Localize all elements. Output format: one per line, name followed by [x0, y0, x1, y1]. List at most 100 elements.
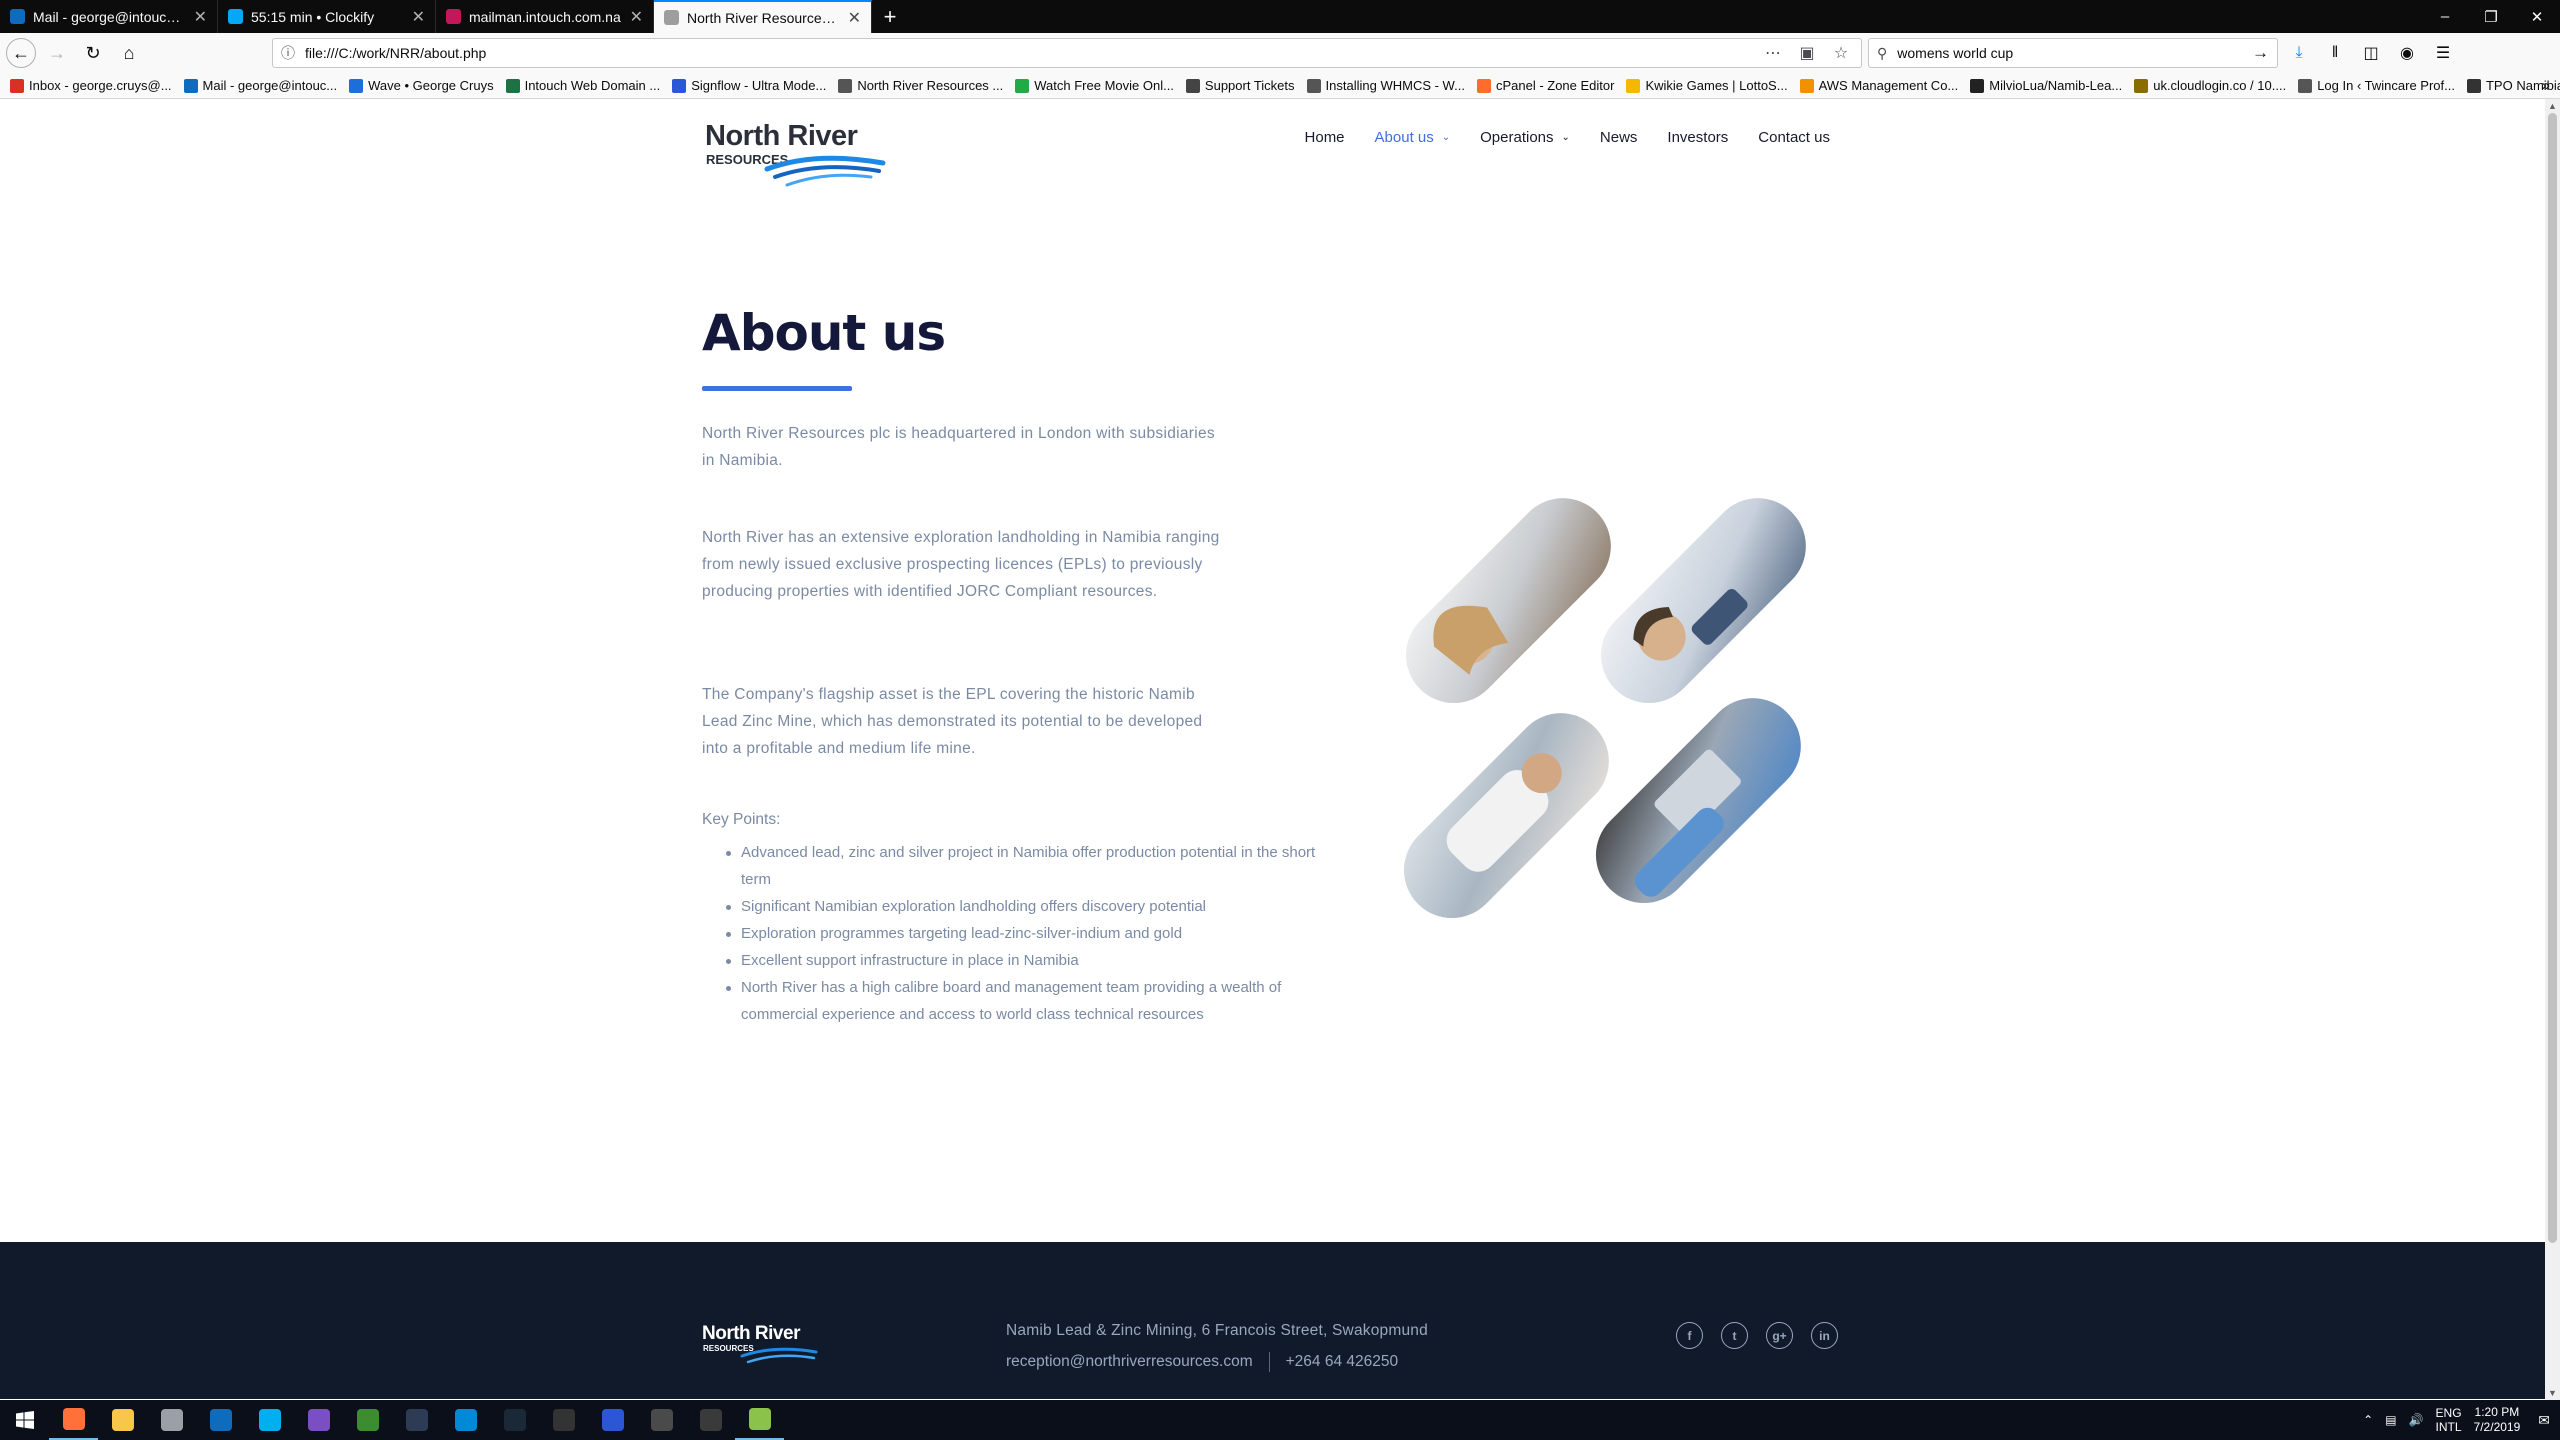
close-window-icon[interactable]: ✕	[2514, 0, 2560, 33]
steam-icon[interactable]	[490, 1400, 539, 1440]
bookmark-item[interactable]: Signflow - Ultra Mode...	[672, 78, 826, 93]
tab-list: Mail - george@intouch.com.na✕55:15 min •…	[0, 0, 872, 33]
alienware-icon[interactable]	[686, 1400, 735, 1440]
bookmark-item[interactable]: cPanel - Zone Editor	[1476, 78, 1614, 93]
bookmark-item[interactable]: Inbox - george.cruys@...	[10, 78, 172, 93]
close-tab-icon[interactable]: ✕	[412, 7, 425, 27]
clock-date: 7/2/2019	[2473, 1420, 2521, 1434]
sidebar-icon[interactable]: ◫	[2356, 38, 2386, 68]
clock[interactable]: 1:20 PM 7/2/2019	[2474, 1405, 2521, 1435]
menu-icon[interactable]: ☰	[2428, 38, 2458, 68]
nav-item-about-us[interactable]: About us ⌄	[1375, 129, 1451, 146]
nav-item-investors[interactable]: Investors	[1667, 129, 1728, 146]
north-river-logo[interactable]: North River RESOURCES	[705, 111, 890, 191]
scroll-up-icon[interactable]: ▲	[2545, 99, 2560, 113]
new-tab-button[interactable]: +	[872, 0, 908, 33]
footer-email-link[interactable]: reception@northriverresources.com	[1006, 1353, 1253, 1371]
bookmark-item[interactable]: Wave • George Cruys	[349, 78, 494, 93]
tray-overflow-icon[interactable]: ⌃	[2363, 1413, 2373, 1427]
google-plus-icon[interactable]: g+	[1766, 1322, 1793, 1349]
bookmark-label: AWS Management Co...	[1818, 78, 1959, 93]
bookmark-item[interactable]: Watch Free Movie Onl...	[1015, 78, 1174, 93]
search-input[interactable]: womens world cup	[1897, 45, 2242, 61]
signflow-icon[interactable]	[588, 1400, 637, 1440]
nav-item-contact-us[interactable]: Contact us	[1758, 129, 1830, 146]
bookmark-star-icon[interactable]: ☆	[1829, 43, 1853, 63]
browser-tab[interactable]: North River Resources - About us ✕	[654, 0, 872, 33]
url-text[interactable]: file:///C:/work/NRR/about.php	[305, 45, 1751, 61]
nav-item-home[interactable]: Home	[1305, 129, 1345, 146]
close-tab-icon[interactable]: ✕	[848, 8, 861, 28]
scroll-down-icon[interactable]: ▼	[2545, 1386, 2560, 1400]
back-icon[interactable]: ←	[6, 38, 36, 68]
minimize-icon[interactable]: –	[2422, 0, 2468, 33]
close-tab-icon[interactable]: ✕	[194, 7, 207, 27]
printer-icon[interactable]	[147, 1400, 196, 1440]
visual-studio-icon[interactable]	[294, 1400, 343, 1440]
footer-phone[interactable]: +264 64 426250	[1286, 1353, 1399, 1371]
skype-icon-glyph	[258, 1409, 281, 1431]
bookmark-label: Intouch Web Domain ...	[524, 78, 661, 93]
app-icon[interactable]	[392, 1400, 441, 1440]
clockify-icon	[228, 9, 243, 24]
bookmark-item[interactable]: Support Tickets	[1185, 78, 1295, 93]
nav-label: Home	[1304, 129, 1345, 146]
go-arrow-icon[interactable]: →	[2252, 43, 2269, 63]
pocket-icon[interactable]: ▣	[1795, 43, 1819, 63]
browser-tab[interactable]: Mail - george@intouch.com.na ✕	[0, 0, 218, 33]
bookmark-item[interactable]: Log In ‹ Twincare Prof...	[2298, 78, 2455, 93]
support-icon	[1185, 78, 1200, 93]
mail-app-icon[interactable]	[196, 1400, 245, 1440]
address-bar[interactable]: ⓘ file:///C:/work/NRR/about.php ⋯ ▣ ☆	[272, 38, 1862, 68]
network-icon[interactable]: ▤	[2385, 1413, 2396, 1427]
bookmark-item[interactable]: Kwikie Games | LottoS...	[1626, 78, 1788, 93]
epic-games-icon[interactable]	[539, 1400, 588, 1440]
azure-icon[interactable]	[441, 1400, 490, 1440]
people-photo-collage	[1403, 498, 1806, 919]
epic-games-icon-glyph	[552, 1409, 575, 1431]
home-icon[interactable]: ⌂	[114, 38, 144, 68]
notifications-icon[interactable]: ✉	[2538, 1412, 2550, 1429]
downloads-icon[interactable]: ⤓	[2284, 38, 2314, 68]
forward-icon[interactable]: →	[42, 38, 72, 68]
restore-icon[interactable]: ❐	[2468, 0, 2514, 33]
footer-logo[interactable]: North River RESOURCES	[702, 1319, 822, 1369]
library-icon[interactable]: ‖	[2320, 38, 2350, 68]
volume-icon[interactable]: 🔊	[2409, 1413, 2424, 1427]
account-icon[interactable]: ◉	[2392, 38, 2422, 68]
system-tray: ⌃ ▤ 🔊 ENG INTL 1:20 PM 7/2/2019 ✉	[2363, 1400, 2560, 1440]
browser-tab[interactable]: 55:15 min • Clockify ✕	[218, 0, 436, 33]
file-explorer-icon-glyph	[111, 1409, 134, 1431]
more-bookmarks-icon[interactable]: »	[2542, 77, 2550, 94]
chrome-icon[interactable]	[637, 1400, 686, 1440]
notepad-plus-icon[interactable]	[735, 1400, 784, 1440]
linkedin-icon[interactable]: in	[1811, 1322, 1838, 1349]
page-scrollbar[interactable]: ▲ ▼	[2545, 99, 2560, 1400]
nav-item-news[interactable]: News	[1600, 129, 1638, 146]
search-bar[interactable]: ⚲ womens world cup →	[1868, 38, 2278, 68]
bookmark-item[interactable]: Mail - george@intouc...	[183, 78, 337, 93]
scrollbar-thumb[interactable]	[2548, 113, 2557, 1243]
info-icon[interactable]: ⓘ	[281, 43, 295, 63]
facebook-icon[interactable]: f	[1676, 1322, 1703, 1349]
cloudlogin-icon	[2134, 78, 2149, 93]
reload-icon[interactable]: ↻	[78, 38, 108, 68]
bookmark-item[interactable]: MilvioLua/Namib-Lea...	[1970, 78, 2122, 93]
file-explorer-icon[interactable]	[98, 1400, 147, 1440]
twitter-icon[interactable]: t	[1721, 1322, 1748, 1349]
browser-tab[interactable]: mailman.intouch.com.na ✕	[436, 0, 654, 33]
firefox-icon[interactable]	[49, 1400, 98, 1440]
photo-laptop-user	[1595, 698, 1801, 904]
nav-item-operations[interactable]: Operations ⌄	[1480, 129, 1570, 146]
bookmark-item[interactable]: Installing WHMCS - W...	[1306, 78, 1465, 93]
bookmark-item[interactable]: uk.cloudlogin.co / 10....	[2134, 78, 2286, 93]
bookmark-item[interactable]: Intouch Web Domain ...	[505, 78, 661, 93]
bookmark-item[interactable]: AWS Management Co...	[1799, 78, 1959, 93]
windows-start-icon[interactable]	[0, 1400, 49, 1440]
language-indicator[interactable]: ENG INTL	[2436, 1406, 2462, 1434]
skype-icon[interactable]	[245, 1400, 294, 1440]
bookmark-item[interactable]: North River Resources ...	[838, 78, 1003, 93]
game-icon[interactable]	[343, 1400, 392, 1440]
page-actions-icon[interactable]: ⋯	[1761, 43, 1785, 63]
close-tab-icon[interactable]: ✕	[630, 7, 643, 27]
